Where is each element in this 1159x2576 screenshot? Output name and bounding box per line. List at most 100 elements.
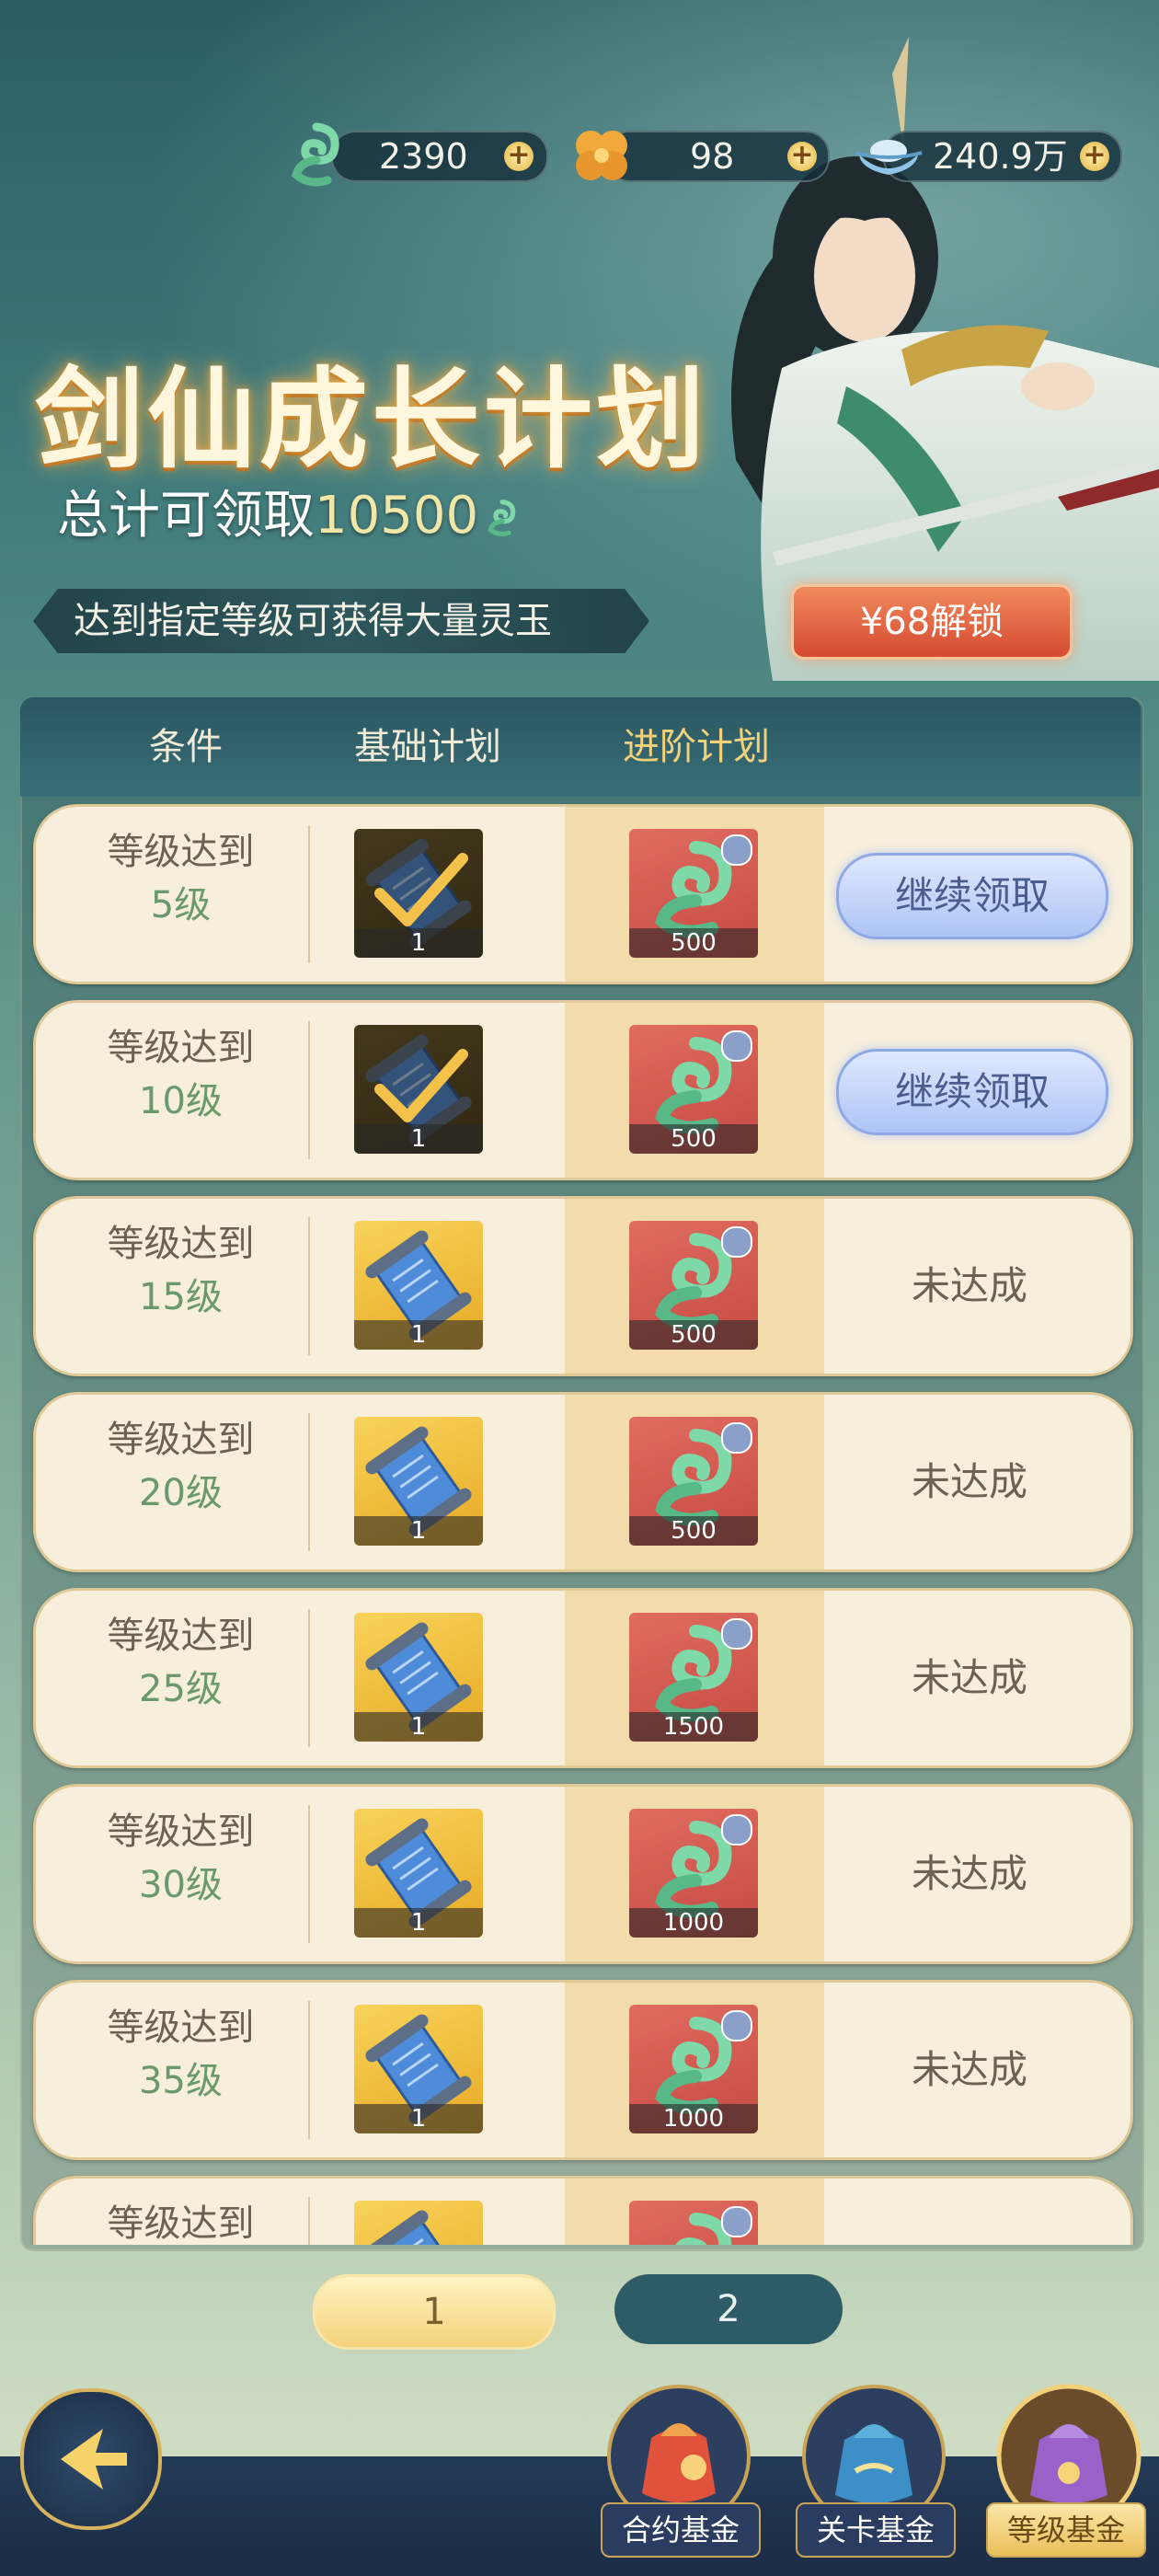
basic-reward-count: 1 [354,1908,483,1938]
condition-level: 15级 [139,1276,223,1318]
condition-cell: 等级达到 35级 [54,2001,307,2108]
condition-label: 等级达到 [107,1615,255,1657]
reward-row: 等级达到 10级 1 500 继续领取 [33,1000,1133,1180]
reward-row: 等级达到 5级 1 500 继续领取 [33,804,1133,984]
bottom-nav-bar [0,2456,1159,2576]
condition-cell: 等级达到 30级 [54,1805,307,1912]
basic-reward-count: 1 [354,1712,483,1742]
column-divider [308,1413,310,1551]
advanced-reward-jade-item[interactable]: 1500 [629,1613,758,1742]
basic-reward-scroll-item[interactable]: 1 [354,1025,483,1154]
condition-cell: 等级达到 20级 [54,1413,307,1520]
status-not-achieved: 未达成 [911,1655,1027,1700]
condition-label: 等级达到 [107,1027,255,1069]
continue-claim-button[interactable]: 继续领取 [836,1049,1108,1135]
advanced-reward-jade-item[interactable]: 500 [629,829,758,958]
status-not-achieved: 未达成 [911,1851,1027,1896]
page-1-button[interactable]: 1 [313,2274,556,2350]
condition-cell: 等级达到 [54,2197,307,2245]
info-badge-icon [721,2206,752,2237]
reward-list[interactable]: 等级达到 5级 1 500 继续领取 等级达到 10级 1 500 继续领取 等… [20,797,1141,2245]
condition-level: 25级 [139,1668,223,1710]
add-jade-button[interactable]: + [504,142,534,171]
reward-row: 等级达到 20级 1 500 未达成 [33,1392,1133,1572]
info-banner: 达到指定等级可获得大量灵玉 [33,589,649,653]
tab-stage-fund-label[interactable]: 关卡基金 [796,2502,956,2558]
status-not-achieved: 未达成 [911,2047,1027,2092]
basic-reward-scroll-item[interactable] [354,2201,483,2245]
reward-row: 等级达到 [33,2176,1133,2245]
condition-level: 20级 [139,1472,223,1514]
advanced-reward-jade-item[interactable]: 500 [629,1417,758,1546]
condition-cell: 等级达到 15级 [54,1217,307,1324]
jade-icon [291,122,339,187]
condition-cell: 等级达到 10级 [54,1021,307,1128]
column-divider [308,825,310,963]
advanced-reward-count: 500 [629,928,758,958]
info-badge-icon [721,1422,752,1454]
add-clover-button[interactable]: + [787,142,817,171]
basic-reward-count: 1 [354,928,483,958]
page-2-button[interactable]: 2 [614,2274,843,2344]
column-divider [308,1609,310,1747]
page-title: 剑仙成长计划 [35,355,709,483]
reward-row: 等级达到 30级 1 1000 未达成 [33,1784,1133,1964]
condition-label: 等级达到 [107,1811,255,1853]
advanced-reward-count: 1000 [629,2104,758,2133]
table-header: 条件 基础计划 进阶计划 [20,697,1141,797]
column-divider [308,2197,310,2245]
condition-label: 等级达到 [107,1223,255,1265]
header-condition: 条件 [149,726,223,768]
basic-reward-scroll-item[interactable]: 1 [354,1417,483,1546]
info-badge-icon [721,1226,752,1258]
status-not-achieved: 未达成 [911,1459,1027,1504]
info-badge-icon [721,1618,752,1650]
advanced-reward-jade-item[interactable]: 1000 [629,1809,758,1938]
advanced-reward-count: 1000 [629,1908,758,1938]
silver-ingot-icon [855,140,923,175]
condition-label: 等级达到 [107,1419,255,1461]
continue-claim-button[interactable]: 继续领取 [836,853,1108,939]
currency-jade: 2390 + [331,131,548,182]
advanced-reward-jade-item[interactable]: 500 [629,1025,758,1154]
clover-amount: 98 [690,136,735,177]
clover-coin-icon [576,131,627,180]
advanced-reward-count: 500 [629,1320,758,1350]
basic-reward-scroll-item[interactable]: 1 [354,1221,483,1350]
basic-reward-count: 1 [354,2104,483,2133]
add-silver-button[interactable]: + [1080,142,1109,171]
condition-level: 30级 [139,1864,223,1906]
basic-reward-scroll-item[interactable]: 1 [354,1613,483,1742]
total-claimable-label: 总计可领取 [57,486,315,546]
condition-label: 等级达到 [107,831,255,873]
reward-row: 等级达到 35级 1 1000 未达成 [33,1980,1133,2160]
condition-label: 等级达到 [107,2007,255,2049]
advanced-reward-jade-item[interactable]: 500 [629,1221,758,1350]
condition-cell: 等级达到 25级 [54,1609,307,1716]
silver-amount: 240.9万 [933,136,1068,177]
condition-level: 5级 [150,884,212,926]
header-advanced-plan: 进阶计划 [623,726,770,768]
advanced-reward-jade-item[interactable] [629,2201,758,2245]
condition-level: 10级 [139,1080,223,1122]
currency-clover: 98 + [605,131,830,182]
basic-reward-scroll-item[interactable]: 1 [354,829,483,958]
basic-reward-scroll-item[interactable]: 1 [354,1809,483,1938]
unlock-button[interactable]: ¥68解锁 [791,584,1073,660]
basic-reward-count: 1 [354,1124,483,1154]
info-badge-icon [721,2010,752,2041]
reward-row: 等级达到 25级 1 1500 未达成 [33,1588,1133,1768]
header-basic-plan: 基础计划 [354,726,501,768]
info-badge-icon [721,834,752,866]
condition-level: 35级 [139,2060,223,2102]
advanced-reward-count: 1500 [629,1712,758,1742]
back-button[interactable] [20,2388,162,2530]
info-badge-icon [721,1814,752,1846]
basic-reward-scroll-item[interactable]: 1 [354,2005,483,2133]
tab-contract-fund-label[interactable]: 合约基金 [601,2502,761,2558]
advanced-reward-jade-item[interactable]: 1000 [629,2005,758,2133]
column-divider [308,2001,310,2139]
info-badge-icon [721,1030,752,1062]
tab-level-fund-label[interactable]: 等级基金 [986,2502,1146,2558]
total-claimable-value: 10500 [315,486,479,546]
